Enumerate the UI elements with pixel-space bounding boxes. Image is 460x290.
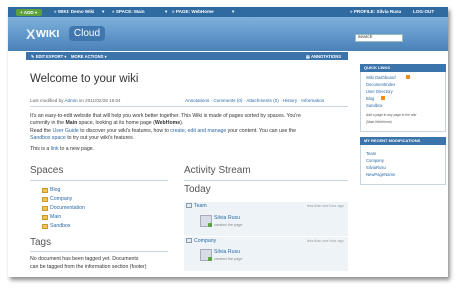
quick-link-wiki-dashboard[interactable]: Wiki Dashboard [366, 75, 396, 80]
today-heading: Today [184, 184, 211, 195]
activity-page-link[interactable]: Team [194, 203, 207, 209]
page-title: Welcome to your wiki [30, 73, 139, 85]
activity-time: less than one hour ago [307, 239, 344, 243]
space-link-documentation[interactable]: Documentation [50, 205, 85, 211]
activity-user-link[interactable]: Silvia Rusu [214, 215, 240, 221]
author-link[interactable]: Admin [64, 98, 77, 103]
modification-link-newpagename[interactable]: NewPageName [366, 172, 395, 177]
recent-modifications-header: MY RECENT MODIFICATIONS [360, 137, 446, 145]
tab-history[interactable]: History [283, 98, 297, 103]
space-link-blog[interactable]: Blog [50, 187, 60, 193]
folder-icon [42, 224, 48, 229]
rss-icon[interactable] [406, 75, 410, 79]
space-link-company[interactable]: Company [50, 196, 72, 202]
welcome-text: It's an easy-to-edit website that will h… [30, 113, 301, 152]
rss-icon[interactable] [381, 96, 385, 100]
add-button[interactable]: + ADD ▾ [16, 8, 42, 16]
space-dropdown-icon[interactable]: ▾ [165, 9, 167, 15]
page-icon [186, 203, 192, 208]
quick-link-blog[interactable]: Blog [366, 96, 374, 101]
user-guide-link[interactable]: User Guide [53, 128, 79, 134]
header-banner: X WIKI Cloud search [8, 17, 448, 51]
quick-link-user-directory[interactable]: User Directory [366, 89, 393, 94]
spaces-heading: Spaces [30, 165, 64, 176]
new-page-link[interactable]: link [51, 146, 59, 152]
chevron-down-icon: ▾ [35, 9, 38, 15]
quick-link-sandbox[interactable]: Sandbox [366, 103, 383, 108]
activity-divider [184, 180, 348, 181]
activity-page-link[interactable]: Company [194, 238, 216, 244]
folder-icon [42, 215, 48, 220]
folder-icon [42, 206, 48, 211]
page-info-tabs: Annotations · Comments (0) · Attachments… [185, 98, 325, 103]
wiki-menu[interactable]: » WIKI: Demo Wiki [54, 9, 94, 14]
create-edit-manage-link[interactable]: create, edit and manage [170, 128, 226, 134]
spaces-divider [30, 180, 168, 181]
activity-user-link[interactable]: Silvia Rusu [214, 249, 240, 255]
edit-menu[interactable]: ✎ EDIT [31, 54, 45, 59]
tags-empty-line1: No document has been tagged yet. Documen… [30, 256, 139, 262]
browser-frame: + ADD ▾ » WIKI: Demo Wiki ▾ » SPACE: Mai… [8, 7, 448, 277]
wiki-dropdown-icon[interactable]: ▾ [102, 9, 104, 15]
title-divider [30, 106, 348, 107]
tags-divider [30, 251, 168, 252]
modification-link-company[interactable]: Company [366, 158, 384, 163]
tags-heading: Tags [30, 237, 52, 248]
xwiki-x-icon: X [26, 26, 35, 42]
more-actions-menu[interactable]: MORE ACTIONS ▾ [71, 54, 107, 59]
tags-empty-line2: can be tagged from the information secti… [30, 264, 147, 270]
last-modified: Last modified by Admin on 2011/02/28 15:… [30, 98, 121, 103]
profile-link[interactable]: » PROFILE: Silvia Rusu [350, 9, 401, 14]
online-status-icon [208, 223, 212, 227]
logout-link[interactable]: LOG-OUT [413, 9, 434, 14]
annotations-button[interactable]: ▤ ANNOTATIONS [306, 54, 341, 59]
content-menu-bar: ✎ EDIT EXPORT ▾ MORE ACTIONS ▾ ▤ ANNOTAT… [26, 52, 348, 60]
tab-attachments[interactable]: Attachments (0) [246, 98, 278, 103]
page-icon [186, 238, 192, 243]
space-menu[interactable]: » SPACE: Main [112, 9, 145, 14]
export-menu[interactable]: EXPORT ▾ [46, 54, 66, 59]
folder-icon [42, 197, 48, 202]
activity-action: created the page [214, 257, 243, 261]
modification-link-team[interactable]: Team [366, 151, 376, 156]
top-action-bar: + ADD ▾ » WIKI: Demo Wiki ▾ » SPACE: Mai… [8, 7, 448, 17]
online-status-icon [208, 257, 212, 261]
quick-link-document-index[interactable]: DocumentIndex [366, 82, 395, 87]
tab-comments[interactable]: Comments (0) [213, 98, 242, 103]
activity-stream-heading: Activity Stream [184, 165, 251, 176]
sandbox-space-link[interactable]: Sandbox space [30, 135, 66, 141]
search-input[interactable]: search [355, 34, 403, 42]
tab-annotations[interactable]: Annotations [185, 98, 209, 103]
activity-time: less than one hour ago [307, 204, 344, 208]
quick-links-note-line1: Add a page in any page in the wiki [366, 113, 417, 117]
modification-link-silviarusu[interactable]: SilviaRusu [366, 165, 386, 170]
space-link-sandbox[interactable]: Sandbox [50, 223, 70, 229]
page-menu[interactable]: » PAGE: WebHome [172, 9, 214, 14]
quick-links-note-line2: (Main.WebHome) [366, 120, 392, 124]
tab-information[interactable]: Information [301, 98, 324, 103]
space-link-main[interactable]: Main [50, 214, 61, 220]
folder-icon [42, 188, 48, 193]
quick-links-header: QUICK LINKS [360, 64, 446, 72]
page-dropdown-icon[interactable]: ▾ [232, 9, 234, 15]
activity-action: created the page [214, 223, 243, 227]
